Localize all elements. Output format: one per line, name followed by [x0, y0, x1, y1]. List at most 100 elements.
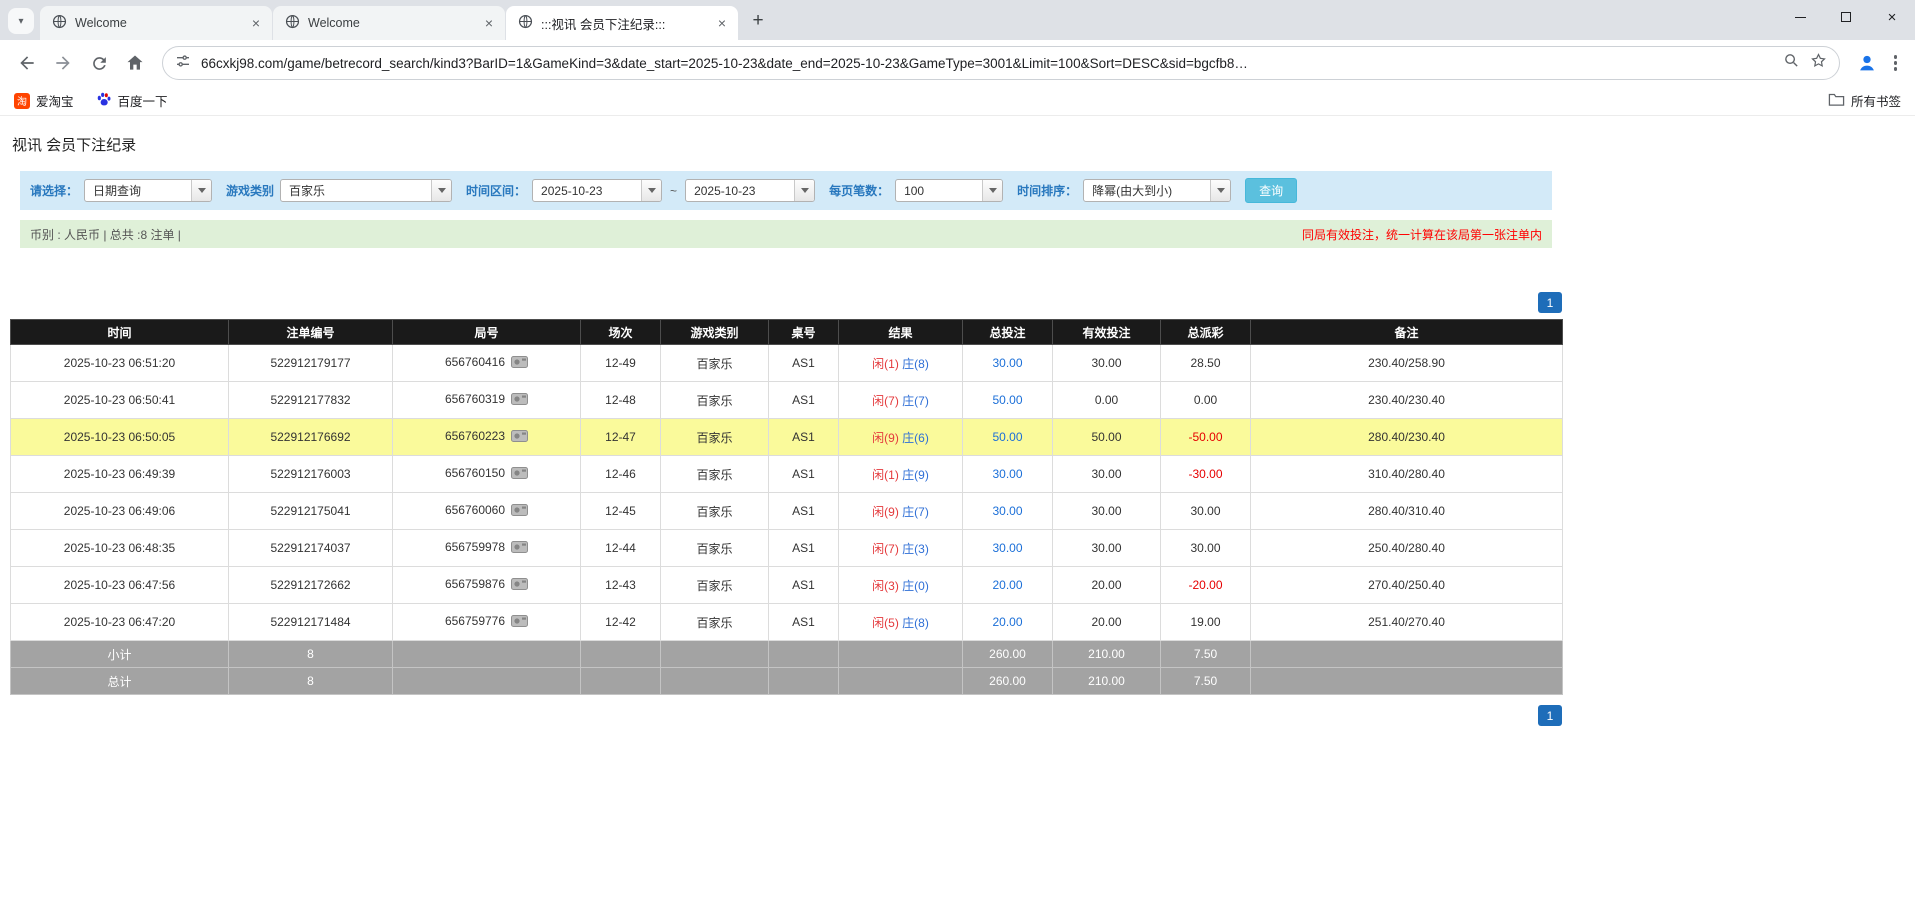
tab-welcome-1[interactable]: Welcome ×: [40, 6, 272, 40]
cell-game-type: 百家乐: [660, 455, 769, 493]
dropdown-arrow-icon[interactable]: [191, 180, 212, 201]
table-row: 2025-10-23 06:50:41 522912177832 656760319…: [10, 381, 1563, 419]
replay-video-icon[interactable]: [511, 578, 529, 593]
tab-close-icon[interactable]: ×: [714, 15, 730, 31]
cell-game-type: 百家乐: [660, 566, 769, 604]
cell-round: 656759978: [392, 529, 581, 567]
all-bookmarks-button[interactable]: 所有书签: [1828, 91, 1901, 110]
total-bet-link[interactable]: 30.00: [992, 356, 1022, 370]
payout-value: -20.00: [1188, 578, 1223, 592]
round-number: 656759776: [444, 614, 506, 628]
result-player: 闲(9): [872, 504, 899, 519]
bet-table-body: 2025-10-23 06:51:20 522912179177 656760416…: [10, 344, 1563, 695]
game-type-value: 百家乐: [289, 184, 326, 198]
total-bet-link[interactable]: 30.00: [992, 504, 1022, 518]
cell-note: 270.40/250.40: [1250, 566, 1563, 604]
replay-video-icon[interactable]: [511, 541, 529, 556]
replay-video-icon[interactable]: [511, 356, 529, 371]
sort-order-dropdown[interactable]: 降幂(由大到小): [1083, 179, 1232, 202]
profile-avatar[interactable]: [1850, 46, 1884, 80]
summary-label: 总计: [10, 667, 229, 695]
page-size-value: 100: [904, 183, 925, 198]
total-bet-link[interactable]: 30.00: [992, 467, 1022, 481]
cell-bet-id: 522912179177: [228, 344, 393, 382]
bookmark-baidu[interactable]: 百度一下: [96, 91, 168, 110]
round-number: 656760319: [444, 392, 506, 406]
cell-round: 656760223: [392, 418, 581, 456]
column-header: 桌号: [768, 319, 839, 345]
window-close-button[interactable]: ×: [1869, 0, 1915, 34]
cell-bet-id: 522912174037: [228, 529, 393, 567]
refresh-button[interactable]: [82, 46, 116, 80]
replay-video-icon[interactable]: [511, 393, 529, 408]
home-button[interactable]: [118, 46, 152, 80]
replay-video-icon[interactable]: [511, 467, 529, 482]
total-bet-link[interactable]: 20.00: [992, 578, 1022, 592]
window-minimize-button[interactable]: [1777, 0, 1823, 34]
query-type-dropdown[interactable]: 日期查询: [84, 179, 213, 202]
cell-session: 12-49: [580, 344, 661, 382]
cell-table-no: AS1: [768, 566, 839, 604]
tab-search-button[interactable]: ▾: [8, 8, 34, 34]
total-bet-link[interactable]: 30.00: [992, 541, 1022, 555]
cell-total-bet: 20.00: [962, 603, 1053, 641]
payout-value: -50.00: [1188, 430, 1223, 444]
cell-total-bet: 30.00: [962, 529, 1053, 567]
summary-total-bet: 260.00: [962, 667, 1053, 695]
result-player: 闲(1): [872, 467, 899, 482]
page-1-button[interactable]: 1: [1538, 292, 1562, 313]
address-bar[interactable]: 66cxkj98.com/game/betrecord_search/kind3…: [162, 46, 1840, 80]
tab-close-icon[interactable]: ×: [481, 15, 497, 31]
game-type-dropdown[interactable]: 百家乐: [280, 179, 453, 202]
replay-video-icon[interactable]: [511, 430, 529, 445]
window-controls: ×: [1777, 0, 1915, 34]
browser-menu-button[interactable]: [1886, 47, 1906, 79]
dropdown-arrow-icon[interactable]: [641, 180, 662, 201]
replay-video-icon[interactable]: [511, 615, 529, 630]
date-start-value: 2025-10-23: [541, 183, 603, 198]
search-lens-icon[interactable]: [1783, 52, 1800, 74]
summary-count: 8: [228, 640, 393, 668]
window-maximize-button[interactable]: [1823, 0, 1869, 34]
tab-bet-records-active[interactable]: :::视讯 会员下注纪录::: ×: [506, 6, 738, 40]
forward-button[interactable]: [46, 46, 80, 80]
cell-game-type: 百家乐: [660, 603, 769, 641]
cell-payout: -30.00: [1160, 455, 1251, 493]
result-player: 闲(7): [872, 393, 899, 408]
cell-round: 656759876: [392, 566, 581, 604]
new-tab-button[interactable]: +: [745, 8, 771, 34]
tab-close-icon[interactable]: ×: [248, 15, 264, 31]
date-end-dropdown[interactable]: 2025-10-23: [685, 179, 816, 202]
bookmark-aitaobao[interactable]: 淘 爱淘宝: [14, 91, 74, 110]
dropdown-arrow-icon[interactable]: [1210, 180, 1231, 201]
cell-note: 250.40/280.40: [1250, 529, 1563, 567]
bookmark-star-icon[interactable]: [1810, 52, 1827, 74]
cell-game-type: 百家乐: [660, 529, 769, 567]
cell-payout: -50.00: [1160, 418, 1251, 456]
total-bet-link[interactable]: 20.00: [992, 615, 1022, 629]
dropdown-arrow-icon[interactable]: [982, 180, 1003, 201]
cell-session: 12-44: [580, 529, 661, 567]
page-1-button[interactable]: 1: [1538, 705, 1562, 726]
replay-video-icon[interactable]: [511, 504, 529, 519]
total-bet-link[interactable]: 50.00: [992, 430, 1022, 444]
search-button[interactable]: 查询: [1245, 178, 1298, 203]
cell-valid-bet: 50.00: [1052, 418, 1161, 456]
url-text[interactable]: 66cxkj98.com/game/betrecord_search/kind3…: [201, 56, 1773, 71]
cell-payout: 30.00: [1160, 492, 1251, 530]
back-button[interactable]: [10, 46, 44, 80]
dropdown-arrow-icon[interactable]: [794, 180, 815, 201]
tab-welcome-2[interactable]: Welcome ×: [273, 6, 505, 40]
cell-table-no: AS1: [768, 529, 839, 567]
site-settings-icon[interactable]: [175, 53, 191, 74]
filter-bar: 请选择： 日期查询 游戏类别 百家乐 时间区间： 2025-10-23 ~ 20…: [20, 171, 1552, 210]
total-bet-link[interactable]: 50.00: [992, 393, 1022, 407]
cell-time: 2025-10-23 06:48:35: [10, 529, 229, 567]
page-size-dropdown[interactable]: 100: [895, 179, 1004, 202]
column-header: 总投注: [962, 319, 1053, 345]
cell-session: 12-46: [580, 455, 661, 493]
date-start-dropdown[interactable]: 2025-10-23: [532, 179, 663, 202]
bookmarks-bar: 淘 爱淘宝 百度一下 所有书签: [0, 86, 1915, 116]
dropdown-arrow-icon[interactable]: [431, 180, 452, 201]
cell-valid-bet: 30.00: [1052, 344, 1161, 382]
